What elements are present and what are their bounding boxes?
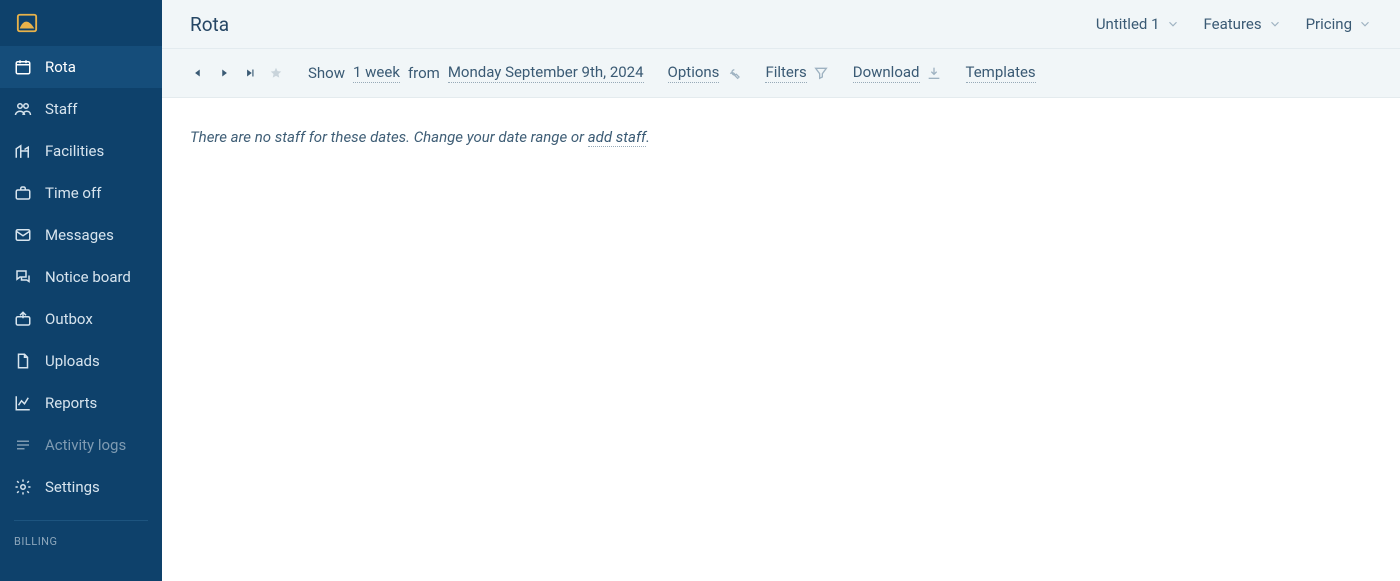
empty-state-suffix: . bbox=[646, 128, 650, 146]
features-menu-label: Features bbox=[1204, 15, 1262, 33]
sidebar-item-label: Notice board bbox=[45, 268, 131, 286]
filter-icon bbox=[813, 65, 829, 81]
download-button[interactable]: Download bbox=[853, 63, 942, 83]
date-range-control: Show 1 week from Monday September 9th, 2… bbox=[308, 63, 644, 83]
prev-button[interactable] bbox=[190, 65, 206, 81]
filters-label: Filters bbox=[765, 63, 806, 83]
range-select[interactable]: 1 week bbox=[353, 63, 400, 83]
add-staff-link[interactable]: add staff bbox=[588, 128, 646, 147]
star-icon bbox=[269, 66, 283, 80]
skip-forward-icon bbox=[243, 66, 257, 80]
chevron-down-icon bbox=[1268, 17, 1282, 31]
show-label: Show bbox=[308, 64, 345, 82]
app-logo[interactable] bbox=[0, 0, 162, 46]
favorite-button[interactable] bbox=[268, 65, 284, 81]
date-nav-controls bbox=[190, 65, 284, 81]
lines-icon bbox=[14, 436, 32, 454]
sidebar-item-messages[interactable]: Messages bbox=[0, 214, 162, 256]
sidebar-item-staff[interactable]: Staff bbox=[0, 88, 162, 130]
main-panel: Rota Untitled 1 Features Pricing bbox=[162, 0, 1400, 581]
sidebar-item-label: Staff bbox=[45, 100, 77, 118]
sidebar-item-label: Time off bbox=[45, 184, 101, 202]
file-icon bbox=[14, 352, 32, 370]
sidebar-item-facilities[interactable]: Facilities bbox=[0, 130, 162, 172]
workspace-menu[interactable]: Untitled 1 bbox=[1096, 15, 1180, 33]
users-icon bbox=[14, 100, 32, 118]
page-header: Rota Untitled 1 Features Pricing bbox=[162, 0, 1400, 48]
workspace-menu-label: Untitled 1 bbox=[1096, 15, 1160, 33]
briefcase-icon bbox=[14, 184, 32, 202]
page-title: Rota bbox=[190, 13, 229, 36]
sidebar: Rota Staff Facilities Time off Messages bbox=[0, 0, 162, 581]
gear-icon bbox=[14, 478, 32, 496]
features-menu[interactable]: Features bbox=[1204, 15, 1282, 33]
download-icon bbox=[926, 65, 942, 81]
rota-content: There are no staff for these dates. Chan… bbox=[162, 98, 1400, 176]
sidebar-item-outbox[interactable]: Outbox bbox=[0, 298, 162, 340]
download-label: Download bbox=[853, 63, 920, 83]
jump-forward-button[interactable] bbox=[242, 65, 258, 81]
sidebar-item-reports[interactable]: Reports bbox=[0, 382, 162, 424]
chevron-down-icon bbox=[1358, 17, 1372, 31]
envelope-icon bbox=[14, 226, 32, 244]
sidebar-item-label: Messages bbox=[45, 226, 114, 244]
wrench-icon bbox=[725, 65, 741, 81]
sidebar-item-label: Activity logs bbox=[45, 436, 126, 454]
sidebar-item-label: Outbox bbox=[45, 310, 93, 328]
sidebar-item-activitylogs[interactable]: Activity logs bbox=[0, 424, 162, 466]
rota-toolbar: Show 1 week from Monday September 9th, 2… bbox=[162, 48, 1400, 98]
chart-icon bbox=[14, 394, 32, 412]
empty-state-message: There are no staff for these dates. Chan… bbox=[190, 128, 1372, 146]
options-label: Options bbox=[668, 63, 720, 83]
facility-icon bbox=[14, 142, 32, 160]
sidebar-item-rota[interactable]: Rota bbox=[0, 46, 162, 88]
arrow-left-icon bbox=[191, 66, 205, 80]
sidebar-item-label: Uploads bbox=[45, 352, 100, 370]
next-button[interactable] bbox=[216, 65, 232, 81]
pricing-menu-label: Pricing bbox=[1306, 15, 1352, 33]
chat-icon bbox=[14, 268, 32, 286]
sidebar-item-uploads[interactable]: Uploads bbox=[0, 340, 162, 382]
date-picker[interactable]: Monday September 9th, 2024 bbox=[448, 63, 644, 83]
calendar-icon bbox=[14, 58, 32, 76]
sidebar-item-label: Settings bbox=[45, 478, 100, 496]
templates-button[interactable]: Templates bbox=[966, 63, 1036, 83]
chevron-down-icon bbox=[1166, 17, 1180, 31]
outbox-icon bbox=[14, 310, 32, 328]
from-label: from bbox=[408, 64, 440, 82]
filters-button[interactable]: Filters bbox=[765, 63, 828, 83]
pricing-menu[interactable]: Pricing bbox=[1306, 15, 1372, 33]
templates-label: Templates bbox=[966, 63, 1036, 83]
sidebar-divider bbox=[14, 520, 148, 521]
sidebar-item-noticeboard[interactable]: Notice board bbox=[0, 256, 162, 298]
sidebar-item-settings[interactable]: Settings bbox=[0, 466, 162, 508]
sidebar-nav: Rota Staff Facilities Time off Messages bbox=[0, 46, 162, 558]
options-button[interactable]: Options bbox=[668, 63, 742, 83]
sidebar-item-label: Reports bbox=[45, 394, 97, 412]
sidebar-section-billing[interactable]: BILLING bbox=[0, 531, 162, 558]
arrow-right-icon bbox=[217, 66, 231, 80]
empty-state-prefix: There are no staff for these dates. Chan… bbox=[190, 128, 588, 146]
sidebar-item-timeoff[interactable]: Time off bbox=[0, 172, 162, 214]
sidebar-item-label: Facilities bbox=[45, 142, 104, 160]
sidebar-item-label: Rota bbox=[45, 58, 76, 76]
